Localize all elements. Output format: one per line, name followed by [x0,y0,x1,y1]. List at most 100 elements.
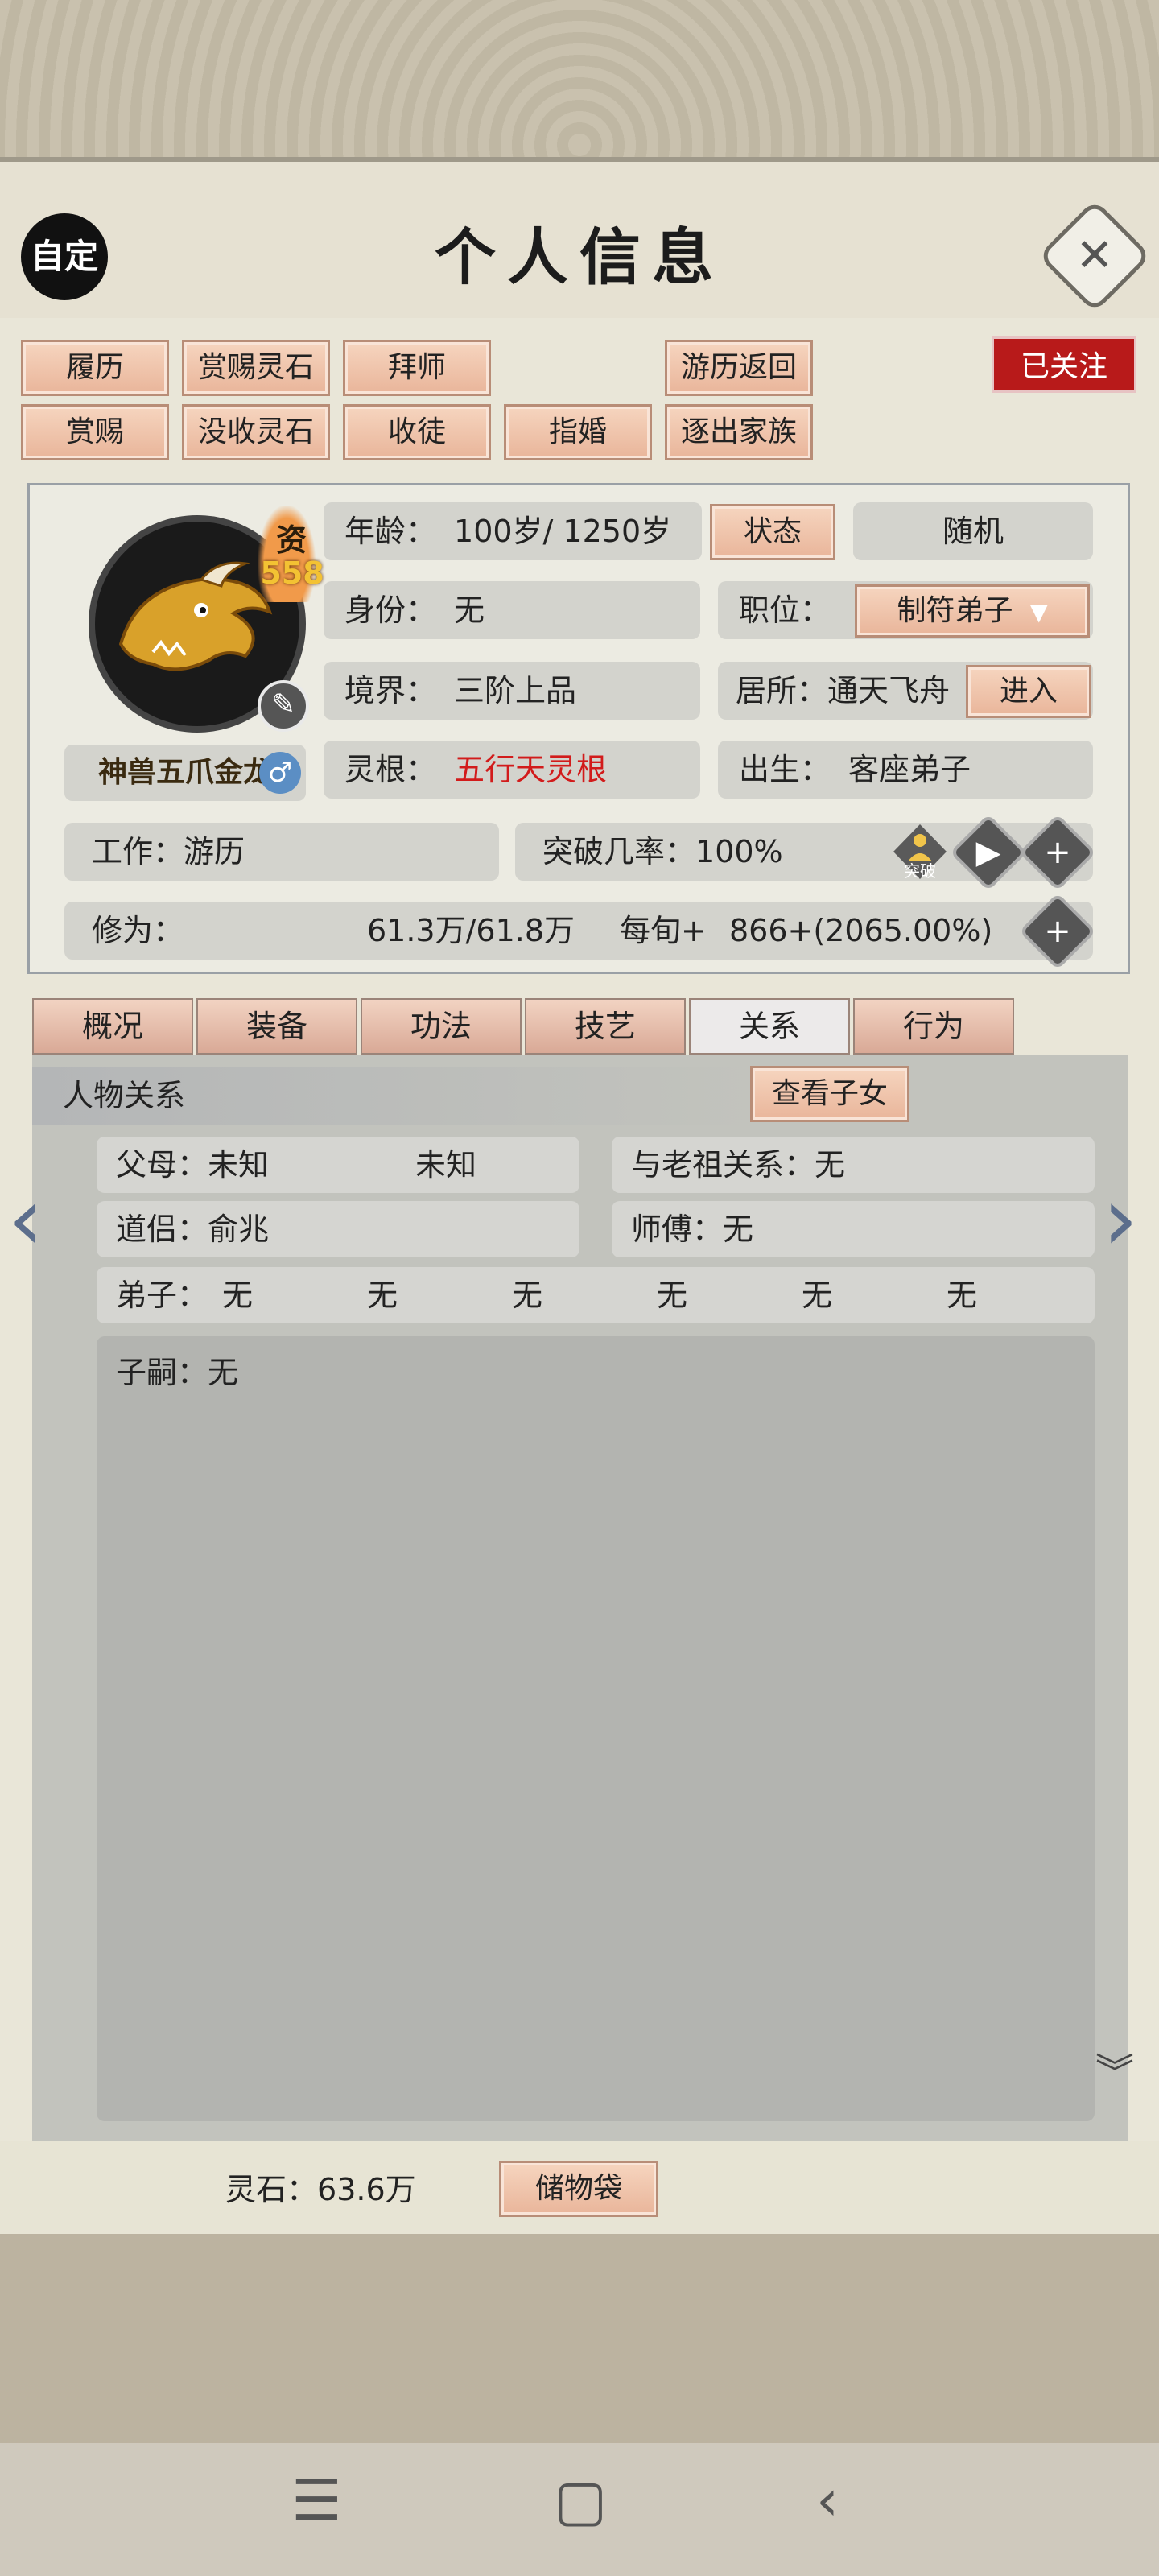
history-button[interactable]: 履历 [21,340,169,396]
heirs-box: 子嗣：无 [97,1336,1095,2121]
birth-label: 出生： [739,752,831,787]
status-button[interactable]: 状态 [710,504,835,560]
master-field: 师傅：无 [612,1201,1095,1257]
per-turn-label: 每旬+ [620,913,707,948]
reward-spirit-stone-button[interactable]: 赏赐灵石 [182,340,330,396]
position-dropdown[interactable]: 制符弟子 ▼ [855,584,1090,638]
dragon-portrait-icon [118,561,273,671]
decorative-footer-band [0,2234,1159,2443]
confiscate-spirit-stone-button[interactable]: 没收灵石 [182,404,330,460]
enter-residence-button[interactable]: 进入 [966,665,1091,718]
disciples-label: 弟子： [116,1278,208,1313]
play-icon: ▶ [975,834,1001,871]
spirit-root-value: 五行天灵根 [454,752,608,787]
work-field: 工作：游历 [64,823,499,881]
aptitude-value: 558 [260,555,324,591]
cultivation-field: 修为： 61.3万/61.8万 每旬+ 866+(2065.00%) [64,902,1093,960]
arrange-marriage-button[interactable]: 指婚 [504,404,652,460]
close-icon: ✕ [1075,229,1114,282]
scroll-down-chevron-icon[interactable]: ︾ [1087,2054,1143,2109]
disciple-slot[interactable]: 无 [222,1267,253,1323]
plus-icon: + [1044,834,1071,871]
disciple-slot[interactable]: 无 [367,1267,398,1323]
position-value: 制符弟子 [897,594,1013,627]
spirit-root-label: 灵根： [344,752,437,787]
work-value: 游历 [184,834,245,869]
tab-overview[interactable]: 概况 [32,998,193,1055]
tab-equipment[interactable]: 装备 [196,998,357,1055]
heirs-label: 子嗣： [116,1355,208,1390]
next-character-arrow-icon[interactable]: › [1103,1167,1138,1270]
disciple-slot[interactable]: 无 [657,1267,687,1323]
age-label: 年龄： [344,514,437,549]
parent-2[interactable]: 未知 [415,1137,476,1193]
tab-relations[interactable]: 关系 [689,998,850,1055]
breakthrough-icon-text: 突破 [904,861,936,881]
heirs-value: 无 [208,1355,239,1390]
tab-techniques[interactable]: 功法 [361,998,522,1055]
home-icon[interactable]: ▢ [554,2467,607,2533]
expel-from-clan-button[interactable]: 逐出家族 [665,404,813,460]
birth-field: 出生： 客座弟子 [718,741,1093,799]
ancestor-value: 无 [815,1147,846,1183]
partner-field: 道侣：俞兆 [97,1201,580,1257]
breakthrough-value: 100% [695,834,783,869]
custom-button[interactable]: 自定 [21,213,108,300]
partner-label: 道侣： [116,1212,208,1247]
tab-skills[interactable]: 技艺 [525,998,686,1055]
become-disciple-button[interactable]: 拜师 [343,340,491,396]
identity-value: 无 [454,592,485,628]
spirit-stone-field: 灵石：63.6万 [225,2165,467,2214]
work-label: 工作： [92,834,184,869]
menu-icon[interactable]: ☰ [291,2467,342,2533]
residence-value: 通天飞舟 [827,673,951,708]
previous-character-arrow-icon[interactable]: ‹ [8,1167,43,1270]
decorative-top-band [0,0,1159,161]
age-value: 100岁/ 1250岁 [454,514,672,549]
tab-behavior[interactable]: 行为 [853,998,1014,1055]
birth-value: 客座弟子 [848,752,971,787]
spirit-stone-label: 灵石： [225,2172,318,2207]
ancestor-label: 与老祖关系： [631,1147,815,1183]
page-title: 个人信息 [435,221,724,293]
male-gender-icon: ♂ [259,752,301,794]
parents-field: 父母：未知 未知 [97,1137,580,1193]
parent-1[interactable]: 未知 [208,1147,269,1183]
position-label: 职位： [739,592,831,628]
age-field: 年龄： 100岁/ 1250岁 [324,502,702,560]
realm-value: 三阶上品 [454,673,577,708]
identity-field: 身份： 无 [324,581,700,639]
reward-button[interactable]: 赏赐 [21,404,169,460]
disciple-slot[interactable]: 无 [802,1267,832,1323]
master-value: 无 [723,1212,754,1247]
cultivation-label: 修为： [92,913,184,948]
residence-label: 居所： [736,673,828,708]
spirit-stone-value: 63.6万 [317,2172,416,2207]
ancestor-relation-field: 与老祖关系：无 [612,1137,1095,1193]
storage-bag-button[interactable]: 储物袋 [499,2161,658,2217]
spirit-root-field: 灵根： 五行天灵根 [324,741,700,799]
accept-disciple-button[interactable]: 收徒 [343,404,491,460]
plus-icon: + [1044,913,1071,950]
breakthrough-label: 突破几率： [542,834,696,869]
master-label: 师傅： [631,1212,724,1247]
return-from-travel-button[interactable]: 游历返回 [665,340,813,396]
disciples-field: 弟子： 无 无 无 无 无 无 [97,1267,1095,1323]
per-turn-value: 866+(2065.00%) [729,913,993,948]
parents-label: 父母： [116,1147,208,1183]
edit-pen-icon[interactable]: ✎ [258,680,309,732]
back-icon[interactable]: ‹ [816,2467,839,2533]
view-children-button[interactable]: 查看子女 [750,1066,909,1122]
realm-field: 境界： 三阶上品 [324,662,700,720]
followed-badge[interactable]: 已关注 [992,336,1136,393]
disciple-slot[interactable]: 无 [947,1267,977,1323]
disciple-slot[interactable]: 无 [512,1267,542,1323]
cultivation-value: 61.3万/61.8万 [367,913,575,948]
dropdown-arrow-icon: ▼ [1029,599,1048,625]
breakthrough-icon[interactable]: 突破 [892,823,948,881]
identity-label: 身份： [344,592,437,628]
random-button[interactable]: 随机 [853,502,1093,560]
partner-value[interactable]: 俞兆 [208,1212,269,1247]
realm-label: 境界： [344,673,437,708]
aptitude-label: 资 [275,522,307,558]
